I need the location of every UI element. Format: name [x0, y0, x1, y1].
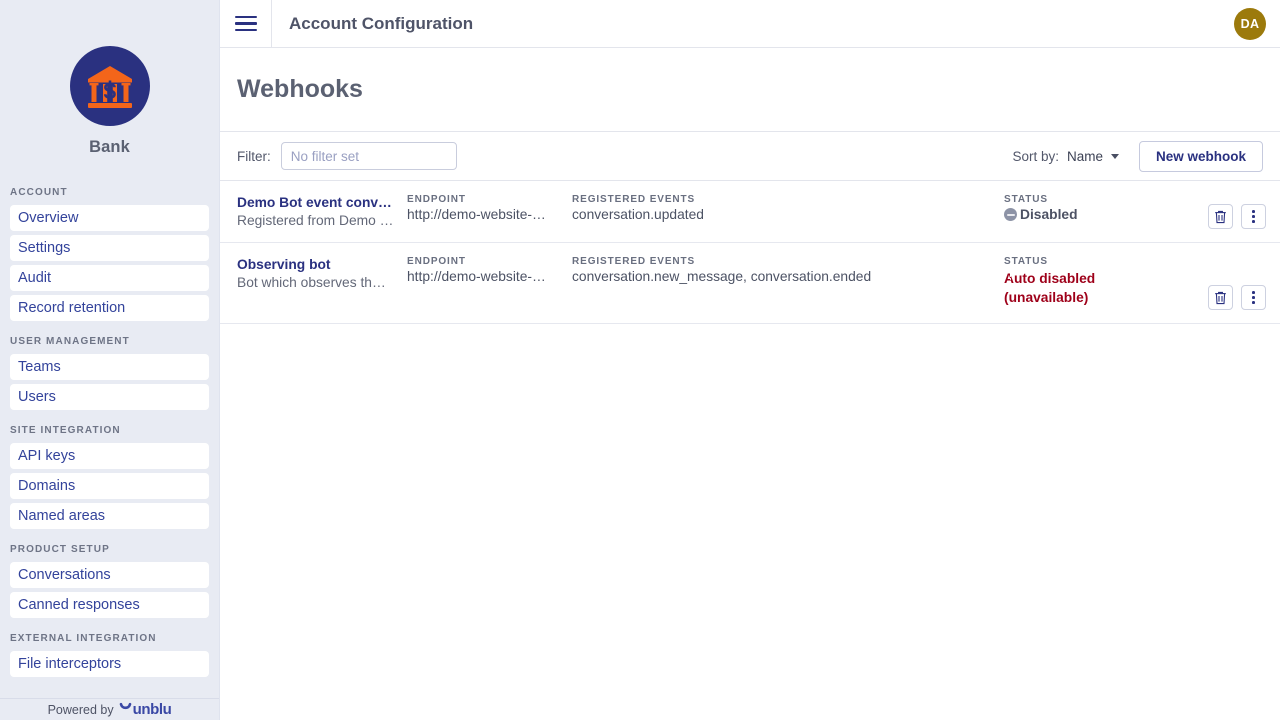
chevron-down-icon [1111, 154, 1119, 159]
sidebar-item-overview[interactable]: Overview [10, 205, 209, 231]
trash-icon[interactable] [1208, 285, 1233, 310]
column-label-status: STATUS [1004, 194, 1186, 205]
webhooks-list: Demo Bot event conv… Registered from Dem… [220, 181, 1280, 324]
brand-name: Bank [89, 138, 130, 157]
sidebar-item-label: Audit [18, 270, 51, 286]
column-label-registered-events: REGISTERED EVENTS [572, 194, 1004, 205]
sidebar-item-label: Domains [18, 478, 75, 494]
webhook-endpoint-cell: ENDPOINT http://demo-website-… [407, 194, 572, 222]
nav-group-label: SITE INTEGRATION [0, 425, 219, 443]
page-title: Webhooks [237, 75, 363, 104]
sort-by-dropdown[interactable]: Sort by: Name [1012, 149, 1119, 164]
sort-by-value: Name [1067, 149, 1103, 164]
bank-building-dollar-icon [70, 46, 150, 126]
more-vertical-icon[interactable] [1241, 204, 1266, 229]
webhook-name-link[interactable]: Demo Bot event conv… [237, 195, 407, 210]
nav-group-label: EXTERNAL INTEGRATION [0, 633, 219, 651]
three-dots [1252, 291, 1255, 304]
brand-block: Bank [0, 0, 219, 157]
sidebar-item-label: Conversations [18, 567, 111, 583]
sidebar-item-label: Named areas [18, 508, 105, 524]
nav-group-user-management: USER MANAGEMENT Teams Users [0, 336, 219, 410]
topbar: Account Configuration DA [220, 0, 1280, 48]
toolbar-right-group: Sort by: Name New webhook [1012, 141, 1263, 172]
sort-by-label: Sort by: [1012, 149, 1059, 164]
webhook-description: Registered from Demo … [237, 213, 407, 228]
nav-group-label: USER MANAGEMENT [0, 336, 219, 354]
status-badge: Disabled [1004, 207, 1186, 222]
page-breadcrumb-title: Account Configuration [289, 14, 473, 34]
avatar[interactable]: DA [1234, 8, 1266, 40]
nav-group-label: ACCOUNT [0, 187, 219, 205]
nav-group-site-integration: SITE INTEGRATION API keys Domains Named … [0, 425, 219, 529]
unblu-logo: unblu [119, 701, 172, 718]
webhook-endpoint-value: http://demo-website-… [407, 207, 572, 222]
webhook-description: Bot which observes th… [237, 275, 407, 290]
list-toolbar: Filter: Sort by: Name New webhook [220, 132, 1280, 181]
sidebar-item-named-areas[interactable]: Named areas [10, 503, 209, 529]
sidebar-item-record-retention[interactable]: Record retention [10, 295, 209, 321]
sidebar-item-label: Users [18, 389, 56, 405]
nav-group-external-integration: EXTERNAL INTEGRATION File interceptors [0, 633, 219, 677]
hamburger-bars [235, 16, 257, 32]
webhook-events-cell: REGISTERED EVENTS conversation.updated [572, 194, 1004, 222]
disabled-circle-icon [1004, 208, 1017, 221]
sidebar-item-domains[interactable]: Domains [10, 473, 209, 499]
sidebar-item-audit[interactable]: Audit [10, 265, 209, 291]
sidebar-nav: ACCOUNT Overview Settings Audit Record r… [0, 187, 219, 698]
search-input[interactable] [281, 142, 457, 170]
status-text: Auto disabled(unavailable) [1004, 269, 1186, 307]
new-webhook-button[interactable]: New webhook [1139, 141, 1263, 172]
sidebar-item-conversations[interactable]: Conversations [10, 562, 209, 588]
webhook-status-cell: STATUS Auto disabled(unavailable) [1004, 256, 1186, 307]
trash-icon[interactable] [1208, 204, 1233, 229]
sidebar-item-label: Canned responses [18, 597, 140, 613]
sidebar-item-canned-responses[interactable]: Canned responses [10, 592, 209, 618]
nav-group-label: PRODUCT SETUP [0, 544, 219, 562]
webhook-name-cell: Observing bot Bot which observes th… [237, 256, 407, 290]
page-header: Webhooks [220, 48, 1280, 132]
webhook-endpoint-cell: ENDPOINT http://demo-website-… [407, 256, 572, 284]
sidebar-item-label: Settings [18, 240, 70, 256]
row-actions [1208, 256, 1266, 310]
webhook-name-link[interactable]: Observing bot [237, 257, 407, 272]
sidebar-item-label: API keys [18, 448, 75, 464]
sidebar-item-label: Overview [18, 210, 78, 226]
unblu-logo-text: unblu [133, 701, 172, 718]
sidebar-item-users[interactable]: Users [10, 384, 209, 410]
sidebar-footer: Powered by unblu [0, 698, 219, 720]
webhook-status-cell: STATUS Disabled [1004, 194, 1186, 222]
sidebar-item-api-keys[interactable]: API keys [10, 443, 209, 469]
sidebar: Bank ACCOUNT Overview Settings Audit Rec… [0, 0, 220, 720]
powered-by-label: Powered by [48, 703, 114, 717]
column-label-status: STATUS [1004, 256, 1186, 267]
webhook-name-cell: Demo Bot event conv… Registered from Dem… [237, 194, 407, 228]
hamburger-menu-icon[interactable] [220, 0, 272, 48]
webhook-events-cell: REGISTERED EVENTS conversation.new_messa… [572, 256, 1004, 284]
webhook-endpoint-value: http://demo-website-… [407, 269, 572, 284]
column-label-endpoint: ENDPOINT [407, 194, 572, 205]
row-actions [1208, 194, 1266, 229]
sidebar-item-teams[interactable]: Teams [10, 354, 209, 380]
app-root: Bank ACCOUNT Overview Settings Audit Rec… [0, 0, 1280, 720]
table-row: Demo Bot event conv… Registered from Dem… [220, 181, 1280, 243]
status-badge: Auto disabled(unavailable) [1004, 269, 1186, 307]
sidebar-item-label: File interceptors [18, 656, 121, 672]
sidebar-item-file-interceptors[interactable]: File interceptors [10, 651, 209, 677]
more-vertical-icon[interactable] [1241, 285, 1266, 310]
three-dots [1252, 210, 1255, 223]
webhook-events-value: conversation.updated [572, 207, 1004, 222]
filter-label: Filter: [237, 149, 271, 164]
column-label-registered-events: REGISTERED EVENTS [572, 256, 1004, 267]
sidebar-item-label: Record retention [18, 300, 125, 316]
nav-group-account: ACCOUNT Overview Settings Audit Record r… [0, 187, 219, 321]
table-row: Observing bot Bot which observes th… END… [220, 243, 1280, 324]
nav-group-product-setup: PRODUCT SETUP Conversations Canned respo… [0, 544, 219, 618]
column-label-endpoint: ENDPOINT [407, 256, 572, 267]
status-text: Disabled [1020, 207, 1078, 222]
webhook-events-value: conversation.new_message, conversation.e… [572, 269, 1004, 284]
main-area: Account Configuration DA Webhooks Filter… [220, 0, 1280, 720]
sidebar-item-label: Teams [18, 359, 61, 375]
sidebar-item-settings[interactable]: Settings [10, 235, 209, 261]
